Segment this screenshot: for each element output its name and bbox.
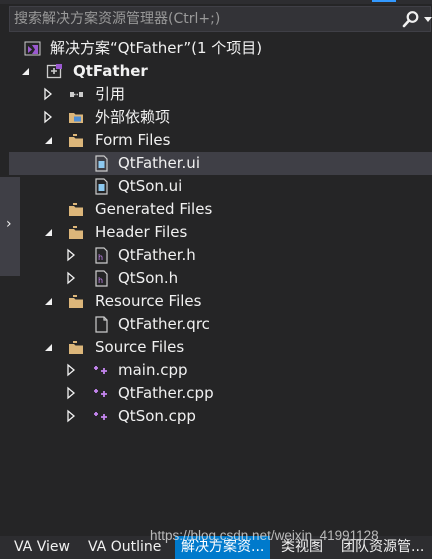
project-label: QtFather xyxy=(73,62,148,80)
tree-item-form-files[interactable]: Form Files xyxy=(9,129,432,152)
expanded-arrow-icon[interactable] xyxy=(41,294,55,308)
header-file-icon: h xyxy=(95,247,108,264)
file-label: QtSon.ui xyxy=(118,177,183,195)
collapsed-arrow-icon[interactable] xyxy=(64,363,78,377)
file-label: main.cpp xyxy=(118,361,188,379)
file-label: QtFather.cpp xyxy=(118,384,214,402)
active-accent xyxy=(372,0,396,2)
tree-item-header-files[interactable]: Header Files xyxy=(9,221,432,244)
filter-folder-icon xyxy=(69,226,83,239)
expanded-arrow-icon[interactable] xyxy=(41,225,55,239)
file-label: QtFather.h xyxy=(118,246,196,264)
tree-item-file[interactable]: QtFather.cpp xyxy=(9,382,432,405)
visual-studio-solution-icon xyxy=(24,41,41,56)
svg-text:h: h xyxy=(98,276,103,285)
filter-folder-icon xyxy=(69,341,83,354)
file-label: QtSon.h xyxy=(118,269,179,287)
search-input[interactable] xyxy=(14,7,394,31)
tree-item-file[interactable]: main.cpp xyxy=(9,359,432,382)
source-files-label: Source Files xyxy=(95,338,185,356)
external-dependencies-icon xyxy=(69,113,83,123)
tree-item-file[interactable]: h QtFather.h xyxy=(9,244,432,267)
tab-solution-explorer[interactable]: 解决方案资... xyxy=(175,536,271,559)
cpp-file-icon xyxy=(94,366,107,374)
tab-va-outline[interactable]: VA Outline xyxy=(88,536,161,559)
collapsed-arrow-icon[interactable] xyxy=(41,110,55,124)
resource-files-label: Resource Files xyxy=(95,292,202,310)
tab-class-view[interactable]: 类视图 xyxy=(281,536,323,559)
tree-item-solution[interactable]: 解决方案“QtFather”(1 个项目) xyxy=(9,37,432,60)
filter-folder-icon xyxy=(69,203,83,216)
side-panel-toggle[interactable]: › xyxy=(0,177,20,276)
tree-item-file[interactable]: QtFather.qrc xyxy=(9,313,432,336)
tree-item-external-dependencies[interactable]: 外部依赖项 xyxy=(9,106,432,129)
resource-file-icon xyxy=(95,316,108,333)
file-label: QtSon.cpp xyxy=(118,407,196,425)
tree-item-file[interactable]: h QtSon.h xyxy=(9,267,432,290)
tree-item-project[interactable]: QtFather xyxy=(9,60,432,83)
solution-label: 解决方案“QtFather”(1 个项目) xyxy=(50,39,263,57)
expanded-arrow-icon[interactable] xyxy=(41,133,55,147)
tree-item-file[interactable]: QtFather.ui xyxy=(9,152,432,175)
expanded-arrow-icon[interactable] xyxy=(18,64,32,78)
cpp-file-icon xyxy=(94,389,107,397)
header-files-label: Header Files xyxy=(95,223,188,241)
references-icon xyxy=(70,92,83,97)
chevron-right-icon: › xyxy=(6,216,12,232)
solution-tree: 解决方案“QtFather”(1 个项目) QtFather 引用 外部依赖项 xyxy=(9,37,432,428)
tree-item-file[interactable]: QtSon.ui xyxy=(9,175,432,198)
collapsed-arrow-icon[interactable] xyxy=(64,409,78,423)
tree-item-generated-files[interactable]: Generated Files xyxy=(9,198,432,221)
file-label: QtFather.ui xyxy=(118,154,200,172)
collapsed-arrow-icon[interactable] xyxy=(64,386,78,400)
ui-file-icon xyxy=(95,155,108,172)
qt-project-icon xyxy=(46,64,62,79)
ui-file-icon xyxy=(95,178,108,195)
tree-item-file[interactable]: QtSon.cpp xyxy=(9,405,432,428)
filter-folder-icon xyxy=(69,295,83,308)
cpp-file-icon xyxy=(94,412,107,420)
search-options-dropdown[interactable] xyxy=(424,17,432,22)
svg-text:h: h xyxy=(98,253,103,262)
collapsed-arrow-icon[interactable] xyxy=(64,248,78,262)
generated-files-label: Generated Files xyxy=(95,200,213,218)
search-icon[interactable] xyxy=(402,10,420,28)
collapsed-arrow-icon[interactable] xyxy=(64,271,78,285)
title-strip xyxy=(0,0,432,4)
form-files-label: Form Files xyxy=(95,131,171,149)
collapsed-arrow-icon[interactable] xyxy=(41,87,55,101)
references-label: 引用 xyxy=(95,85,126,103)
tree-item-resource-files[interactable]: Resource Files xyxy=(9,290,432,313)
header-file-icon: h xyxy=(95,270,108,287)
tab-team-explorer[interactable]: 团队资源管... xyxy=(341,536,424,559)
tab-va-view[interactable]: VA View xyxy=(14,536,70,559)
tree-item-references[interactable]: 引用 xyxy=(9,83,432,106)
expanded-arrow-icon[interactable] xyxy=(41,340,55,354)
search-box[interactable] xyxy=(9,6,432,32)
external-dependencies-label: 外部依赖项 xyxy=(95,108,171,126)
tree-item-source-files[interactable]: Source Files xyxy=(9,336,432,359)
file-label: QtFather.qrc xyxy=(118,315,210,333)
filter-folder-icon xyxy=(69,134,83,147)
bottom-tab-bar: VA View VA Outline 解决方案资... 类视图 团队资源管... xyxy=(0,536,432,559)
